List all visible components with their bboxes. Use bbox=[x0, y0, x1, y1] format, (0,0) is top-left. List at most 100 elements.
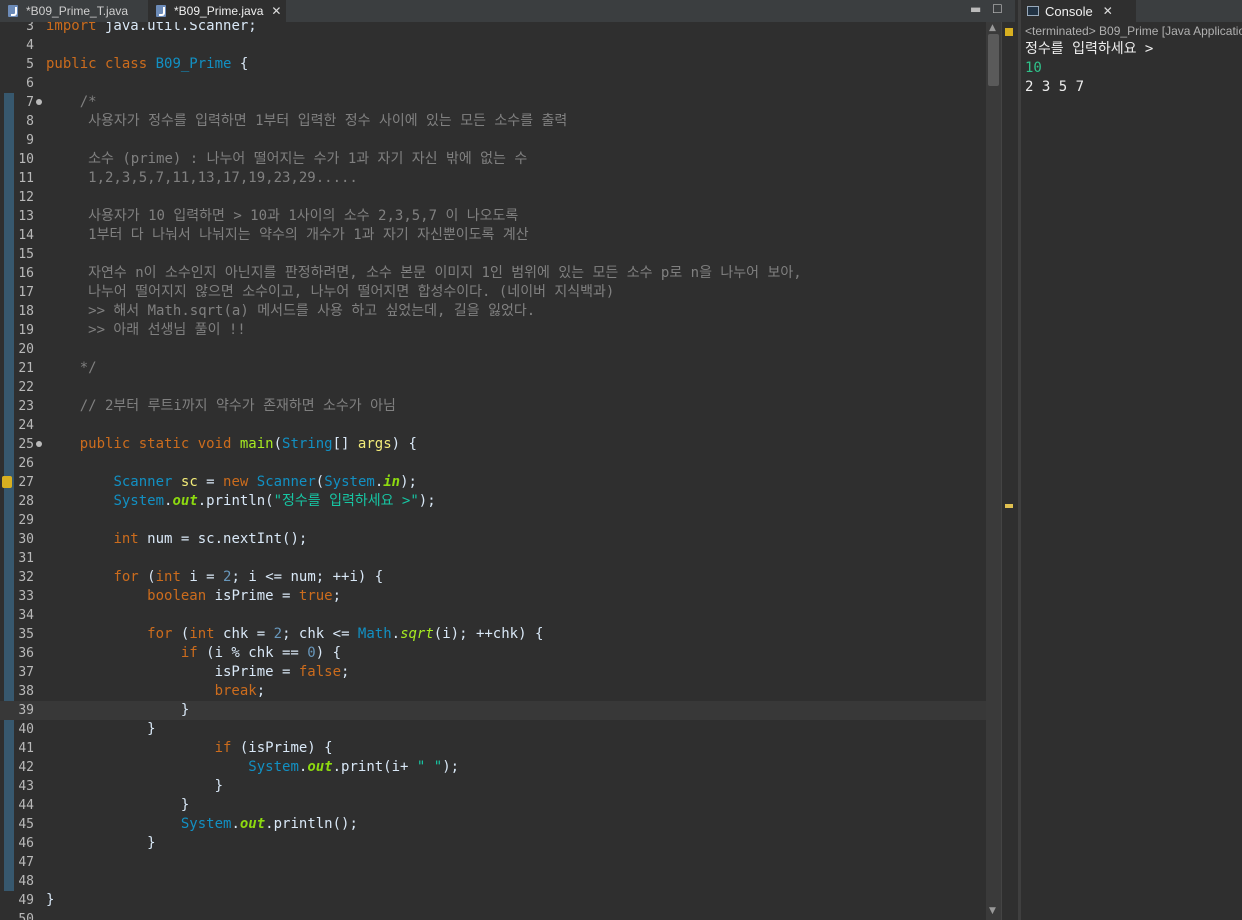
code-line[interactable]: 20 bbox=[0, 340, 986, 359]
line-number: 43 bbox=[18, 779, 34, 794]
line-number: 34 bbox=[18, 608, 34, 623]
code-line[interactable]: 41 if (isPrime) { bbox=[0, 739, 986, 758]
console-output-line: 정수를 입력하세요 > bbox=[1025, 41, 1154, 57]
code-line[interactable]: 6 bbox=[0, 74, 986, 93]
code-line[interactable]: 22 bbox=[0, 378, 986, 397]
line-number: 12 bbox=[18, 190, 34, 205]
tab-console[interactable]: Console ✕ bbox=[1021, 0, 1136, 22]
code-text: 사용자가 정수를 입력하면 1부터 입력한 정수 사이에 있는 모든 소수를 출… bbox=[46, 113, 568, 129]
code-line[interactable]: 4 bbox=[0, 36, 986, 55]
vertical-scrollbar[interactable]: ▲ ▼ bbox=[986, 22, 1001, 920]
line-number: 8 bbox=[26, 114, 34, 129]
code-line[interactable]: 5 public class B09_Prime { bbox=[0, 55, 986, 74]
code-line[interactable]: 23 // 2부터 루트i까지 약수가 존재하면 소수가 아님 bbox=[0, 397, 986, 416]
code-line[interactable]: 8 사용자가 정수를 입력하면 1부터 입력한 정수 사이에 있는 모든 소수를… bbox=[0, 112, 986, 131]
code-line[interactable]: 11 1,2,3,5,7,11,13,17,19,23,29..... bbox=[0, 169, 986, 188]
code-text: Scanner sc = new Scanner(System.in); bbox=[113, 474, 417, 490]
code-line[interactable]: 7 /* bbox=[0, 93, 986, 112]
code-line[interactable]: 24 bbox=[0, 416, 986, 435]
code-line[interactable]: 31 bbox=[0, 549, 986, 568]
maximize-icon[interactable]: ☐ bbox=[992, 3, 1004, 15]
line-number: 21 bbox=[18, 361, 34, 376]
warning-icon[interactable] bbox=[2, 476, 12, 488]
console-output[interactable]: 정수를 입력하세요 > 10 2 3 5 7 bbox=[1021, 40, 1242, 97]
code-line[interactable]: 48 bbox=[0, 872, 986, 891]
code-line[interactable]: 25 public static void main(String[] args… bbox=[0, 435, 986, 454]
code-line[interactable]: 38 break; bbox=[0, 682, 986, 701]
code-line[interactable]: 30 int num = sc.nextInt(); bbox=[0, 530, 986, 549]
code-line[interactable]: 36 if (i % chk == 0) { bbox=[0, 644, 986, 663]
line-number: 46 bbox=[18, 836, 34, 851]
code-line[interactable]: 19 >> 아래 선생님 풀이 !! bbox=[0, 321, 986, 340]
code-line[interactable]: 26 bbox=[0, 454, 986, 473]
code-line[interactable]: 14 1부터 다 나눠서 나눠지는 약수의 개수가 1과 자기 자신뿐이도록 계… bbox=[0, 226, 986, 245]
scrollbar-thumb[interactable] bbox=[988, 34, 999, 86]
code-line[interactable]: 28 System.out.println("정수를 입력하세요 >"); bbox=[0, 492, 986, 511]
tab-b09-prime[interactable]: *B09_Prime.java ✕ bbox=[148, 0, 286, 22]
scroll-up-icon[interactable]: ▲ bbox=[989, 23, 996, 33]
code-text: public class B09_Prime { bbox=[46, 56, 249, 72]
console-tab-label: Console bbox=[1045, 3, 1093, 19]
occurrence-marker[interactable] bbox=[1005, 504, 1013, 508]
code-line[interactable]: 16 자연수 n이 소수인지 아닌지를 판정하려면, 소수 본문 이미지 1인 … bbox=[0, 264, 986, 283]
code-text: } bbox=[46, 892, 55, 908]
code-line[interactable]: 45 System.out.println(); bbox=[0, 815, 986, 834]
scroll-down-icon[interactable]: ▼ bbox=[989, 906, 996, 916]
fold-toggle-icon[interactable] bbox=[36, 441, 42, 447]
line-number: 7 bbox=[26, 95, 34, 110]
code-text: >> 아래 선생님 풀이 !! bbox=[46, 322, 246, 338]
code-line[interactable]: 21 */ bbox=[0, 359, 986, 378]
code-line[interactable]: 17 나누어 떨어지지 않으면 소수이고, 나누어 떨어지면 합성수이다. (네… bbox=[0, 283, 986, 302]
close-icon[interactable]: ✕ bbox=[271, 4, 281, 18]
code-line[interactable]: 9 bbox=[0, 131, 986, 150]
code-line[interactable]: 43 } bbox=[0, 777, 986, 796]
code-line[interactable]: 12 bbox=[0, 188, 986, 207]
code-text: System.out.print(i+ " "); bbox=[248, 759, 460, 775]
code-line[interactable]: 3 import java.util.Scanner; bbox=[0, 22, 986, 36]
overview-ruler[interactable] bbox=[1001, 22, 1016, 920]
code-line[interactable]: 10 소수 (prime) : 나누어 떨어지는 수가 1과 자기 자신 밖에 … bbox=[0, 150, 986, 169]
code-text: */ bbox=[46, 360, 97, 376]
code-line[interactable]: 15 bbox=[0, 245, 986, 264]
code-editor[interactable]: 3 import java.util.Scanner; 4 5 public class… bbox=[0, 22, 986, 920]
code-line[interactable]: 50 bbox=[0, 910, 986, 920]
code-line[interactable]: 27 Scanner sc = new Scanner(System.in); bbox=[0, 473, 986, 492]
fold-toggle-icon[interactable] bbox=[36, 99, 42, 105]
line-number: 4 bbox=[26, 38, 34, 53]
code-line[interactable]: 32 for (int i = 2; i <= num; ++i) { bbox=[0, 568, 986, 587]
line-number: 33 bbox=[18, 589, 34, 604]
code-line[interactable]: 35 for (int chk = 2; chk <= Math.sqrt(i)… bbox=[0, 625, 986, 644]
close-icon[interactable]: ✕ bbox=[1103, 4, 1113, 18]
console-pane: Console ✕ <terminated> B09_Prime [Java A… bbox=[1018, 0, 1242, 920]
tab-label: *B09_Prime.java bbox=[174, 4, 264, 18]
warning-marker-icon[interactable] bbox=[1005, 28, 1013, 36]
code-line[interactable]: 47 bbox=[0, 853, 986, 872]
code-line[interactable]: 49} bbox=[0, 891, 986, 910]
code-line[interactable]: 42 System.out.print(i+ " "); bbox=[0, 758, 986, 777]
code-line[interactable]: 46 } bbox=[0, 834, 986, 853]
line-number: 3 bbox=[26, 22, 34, 34]
line-number: 23 bbox=[18, 399, 34, 414]
code-line[interactable]: 34 bbox=[0, 606, 986, 625]
console-tab-bar: Console ✕ bbox=[1021, 0, 1242, 22]
code-line[interactable]: 40 } bbox=[0, 720, 986, 739]
line-number: 36 bbox=[18, 646, 34, 661]
code-line[interactable]: 13 사용자가 10 입력하면 > 10과 1사이의 소수 2,3,5,7 이 … bbox=[0, 207, 986, 226]
code-line[interactable]: 39 } bbox=[0, 701, 986, 720]
line-number: 39 bbox=[18, 703, 34, 718]
code-text: 1,2,3,5,7,11,13,17,19,23,29..... bbox=[46, 170, 358, 186]
code-text: if (i % chk == 0) { bbox=[180, 645, 342, 661]
code-line[interactable]: 29 bbox=[0, 511, 986, 530]
code-text: 1부터 다 나눠서 나눠지는 약수의 개수가 1과 자기 자신뿐이도록 계산 bbox=[46, 227, 529, 243]
line-number: 48 bbox=[18, 874, 34, 889]
code-line[interactable]: 44 } bbox=[0, 796, 986, 815]
line-number: 50 bbox=[18, 912, 34, 920]
code-line[interactable]: 33 boolean isPrime = true; bbox=[0, 587, 986, 606]
line-number: 5 bbox=[26, 57, 34, 72]
code-text: int num = sc.nextInt(); bbox=[113, 531, 308, 547]
tab-b09-prime-t[interactable]: *B09_Prime_T.java bbox=[0, 0, 148, 22]
code-text: 자연수 n이 소수인지 아닌지를 판정하려면, 소수 본문 이미지 1인 범위에… bbox=[46, 265, 802, 281]
code-line[interactable]: 18 >> 해서 Math.sqrt(a) 메서드를 사용 하고 싶었는데, 길… bbox=[0, 302, 986, 321]
minimize-icon[interactable]: ▬ bbox=[970, 3, 982, 15]
code-line[interactable]: 37 isPrime = false; bbox=[0, 663, 986, 682]
